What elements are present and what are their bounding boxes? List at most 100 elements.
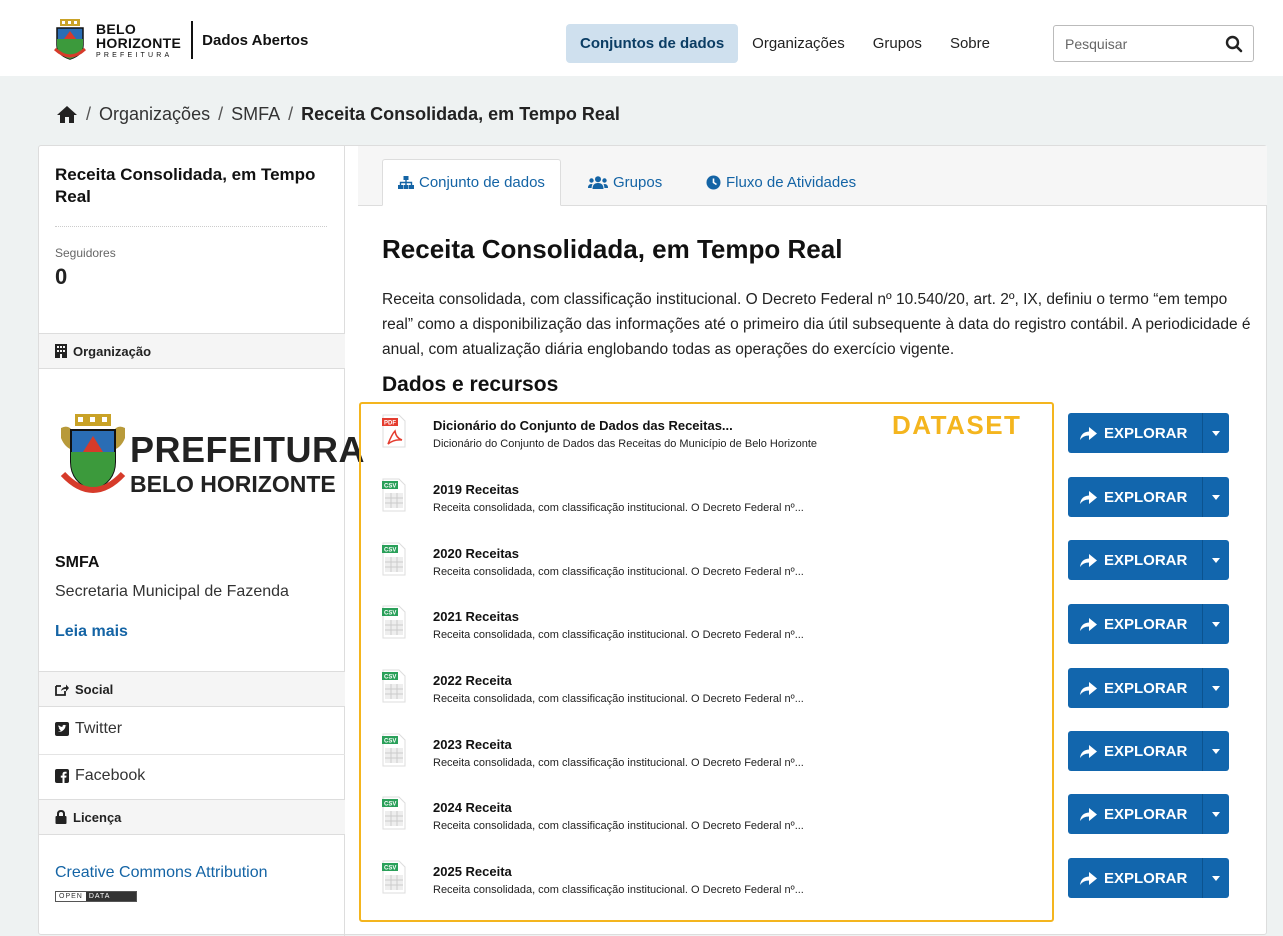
search-input[interactable]: [1054, 26, 1219, 61]
explore-button-label: EXPLORAR: [1104, 424, 1188, 442]
followers-label: Seguidores: [55, 246, 116, 260]
nav-organizacoes[interactable]: Organizações: [738, 24, 859, 63]
section-licenca-label: Licença: [73, 809, 122, 825]
search-icon[interactable]: [1225, 35, 1243, 53]
resources-heading: Dados e recursos: [382, 373, 559, 396]
resource-description: Receita consolidada, com classificação i…: [433, 693, 804, 705]
resource-item[interactable]: CSV 2022 Receita Receita consolidada, co…: [382, 669, 1002, 719]
resource-item[interactable]: CSV 2020 Receitas Receita consolidada, c…: [382, 542, 1002, 592]
explore-button[interactable]: EXPLORAR: [1068, 413, 1229, 453]
explore-button-label: EXPLORAR: [1104, 805, 1188, 823]
search-box: [1053, 25, 1254, 62]
explore-button[interactable]: EXPLORAR: [1068, 731, 1229, 771]
csv-file-icon: CSV: [382, 733, 406, 767]
csv-file-icon: CSV: [382, 669, 406, 703]
logo-divider: [191, 21, 194, 59]
site-logo[interactable]: BELO HORIZONTE PREFEITURA Dados Abertos: [52, 18, 308, 62]
resource-item[interactable]: CSV 2021 Receitas Receita consolidada, c…: [382, 605, 1002, 655]
share-arrow-icon: [1080, 617, 1097, 631]
caret-down-icon[interactable]: [1203, 494, 1229, 500]
explore-button[interactable]: EXPLORAR: [1068, 794, 1229, 834]
breadcrumb-current[interactable]: Receita Consolidada, em Tempo Real: [301, 104, 620, 125]
csv-file-icon: CSV: [382, 542, 406, 576]
breadcrumb-organizacoes[interactable]: Organizações: [99, 104, 210, 125]
resource-description: Receita consolidada, com classificação i…: [433, 884, 804, 896]
csv-file-icon: CSV: [382, 478, 406, 512]
svg-text:CSV: CSV: [384, 548, 396, 554]
resource-item[interactable]: CSV 2025 Receita Receita consolidada, co…: [382, 860, 1002, 910]
pdf-file-icon: PDF: [382, 414, 406, 448]
caret-down-icon[interactable]: [1203, 621, 1229, 627]
explore-button[interactable]: EXPLORAR: [1068, 668, 1229, 708]
read-more-link[interactable]: Leia mais: [55, 623, 128, 641]
tab-fluxo-de-atividades[interactable]: Fluxo de Atividades: [691, 159, 871, 206]
caret-down-icon[interactable]: [1203, 685, 1229, 691]
resource-name[interactable]: 2024 Receita: [433, 800, 512, 815]
resource-name[interactable]: 2023 Receita: [433, 737, 512, 752]
tab-fluxo-de-atividades-label: Fluxo de Atividades: [726, 174, 857, 191]
svg-text:CSV: CSV: [384, 675, 396, 681]
sidebar: Receita Consolidada, em Tempo Real Segui…: [39, 146, 365, 936]
resource-name[interactable]: 2022 Receita: [433, 673, 512, 688]
resource-name[interactable]: 2021 Receitas: [433, 609, 519, 624]
site-header: BELO HORIZONTE PREFEITURA Dados Abertos …: [0, 0, 1283, 76]
sidebar-divider: [39, 754, 345, 755]
svg-text:CSV: CSV: [384, 739, 396, 745]
nav-sobre[interactable]: Sobre: [936, 24, 1004, 63]
twitter-icon: [55, 722, 69, 736]
resource-name[interactable]: Dicionário do Conjunto de Dados das Rece…: [433, 418, 733, 433]
explore-button[interactable]: EXPLORAR: [1068, 858, 1229, 898]
breadcrumb-smfa[interactable]: SMFA: [231, 104, 280, 125]
caret-down-icon[interactable]: [1203, 430, 1229, 436]
facebook-label: Facebook: [75, 767, 146, 784]
license-link[interactable]: Creative Commons Attribution: [55, 864, 268, 882]
caret-down-icon[interactable]: [1203, 875, 1229, 881]
logo-line-belo: BELO: [96, 20, 137, 37]
section-licenca: Licença: [39, 799, 345, 835]
svg-text:PDF: PDF: [384, 421, 396, 427]
clock-icon: [706, 175, 721, 190]
breadcrumb: / Organizações / SMFA / Receita Consolid…: [56, 104, 620, 125]
main-nav: Conjuntos de dados Organizações Grupos S…: [566, 24, 1004, 63]
breadcrumb-separator: /: [288, 104, 294, 124]
resource-item[interactable]: CSV 2019 Receitas Receita consolidada, c…: [382, 478, 1002, 528]
organization-name: SMFA: [55, 554, 100, 571]
tabs-bar: Conjunto de dados Grupos Fluxo de Ativid…: [358, 146, 1267, 206]
org-logo-word-prefeitura: PREFEITURA: [130, 429, 366, 470]
share-arrow-icon: [1080, 553, 1097, 567]
explore-button[interactable]: EXPLORAR: [1068, 604, 1229, 644]
resource-name[interactable]: 2025 Receita: [433, 864, 512, 879]
resource-item[interactable]: CSV 2024 Receita Receita consolidada, co…: [382, 796, 1002, 846]
open-data-badge[interactable]: OPEN DATA: [55, 891, 137, 902]
share-arrow-icon: [1080, 807, 1097, 821]
section-organizacao: Organização: [39, 333, 345, 369]
dataset-description: Receita consolidada, com classificação i…: [382, 291, 1251, 358]
nav-grupos[interactable]: Grupos: [859, 24, 936, 63]
resource-item[interactable]: CSV 2023 Receita Receita consolidada, co…: [382, 733, 1002, 783]
nav-conjuntos-de-dados[interactable]: Conjuntos de dados: [566, 24, 739, 63]
resource-name[interactable]: 2020 Receitas: [433, 546, 519, 561]
home-icon[interactable]: [56, 105, 78, 124]
twitter-link[interactable]: Twitter: [55, 720, 122, 738]
sidebar-divider: [55, 226, 327, 227]
breadcrumb-separator: /: [86, 104, 92, 124]
resource-item[interactable]: PDF Dicionário do Conjunto de Dados das …: [382, 414, 1002, 464]
facebook-link[interactable]: Facebook: [55, 767, 145, 785]
caret-down-icon[interactable]: [1203, 811, 1229, 817]
svg-text:CSV: CSV: [384, 802, 396, 808]
sidebar-dataset-title: Receita Consolidada, em Tempo Real: [55, 165, 316, 206]
caret-down-icon[interactable]: [1203, 748, 1229, 754]
share-arrow-icon: [1080, 490, 1097, 504]
caret-down-icon[interactable]: [1203, 557, 1229, 563]
explore-button[interactable]: EXPLORAR: [1068, 540, 1229, 580]
explore-button[interactable]: EXPLORAR: [1068, 477, 1229, 517]
resource-description: Receita consolidada, com classificação i…: [433, 566, 804, 578]
main-panel: Receita Consolidada, em Tempo Real Segui…: [38, 145, 1267, 936]
resource-description: Receita consolidada, com classificação i…: [433, 629, 804, 641]
tab-grupos[interactable]: Grupos: [573, 159, 677, 206]
tab-conjunto-de-dados[interactable]: Conjunto de dados: [382, 159, 561, 206]
resource-name[interactable]: 2019 Receitas: [433, 482, 519, 497]
explore-button-label: EXPLORAR: [1104, 742, 1188, 760]
share-arrow-icon: [1080, 744, 1097, 758]
section-organizacao-label: Organização: [73, 343, 152, 359]
